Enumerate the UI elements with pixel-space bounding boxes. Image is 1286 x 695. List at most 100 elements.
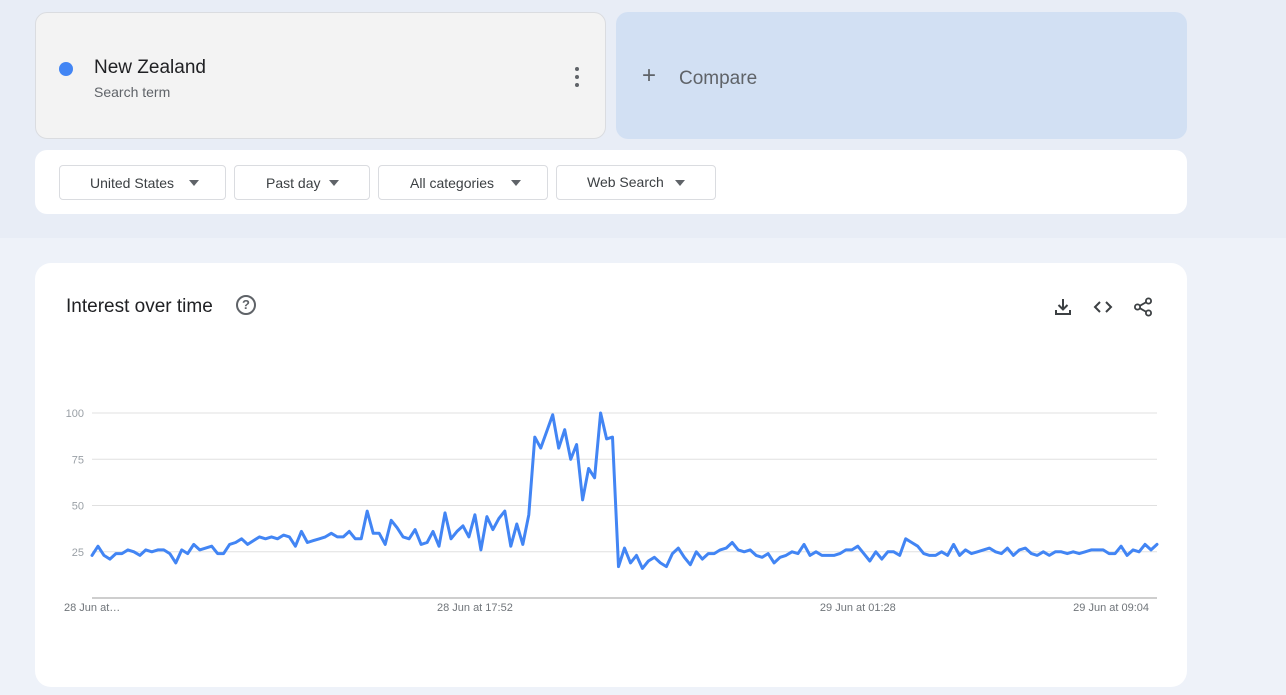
- data-point: [534, 436, 536, 438]
- data-point: [599, 412, 602, 414]
- data-point: [593, 477, 596, 479]
- data-point: [749, 549, 751, 551]
- chart-gridlines: [92, 412, 1157, 599]
- data-point: [318, 538, 321, 540]
- interest-over-time-card: Interest over time ? 25 50 75 100 28 Jun at…: [35, 263, 1187, 687]
- data-point: [1084, 551, 1086, 553]
- data-point: [839, 552, 841, 555]
- x-tick-label: 28 Jun at…: [64, 602, 120, 614]
- region-label: United States: [90, 175, 175, 191]
- search-term-name[interactable]: New Zealand: [94, 57, 206, 79]
- data-point: [797, 552, 799, 555]
- data-point: [115, 552, 117, 555]
- data-point: [970, 552, 973, 555]
- data-point: [474, 514, 476, 516]
- data-point: [1114, 552, 1116, 555]
- data-point: [809, 554, 811, 557]
- data-point: [109, 558, 111, 560]
- data-point: [258, 536, 261, 538]
- data-point: [504, 510, 506, 512]
- y-tick-label: 100: [66, 408, 84, 420]
- category-label: All categories: [410, 175, 495, 191]
- chart-series: [90, 411, 1159, 570]
- data-point: [803, 543, 805, 546]
- data-point: [713, 552, 715, 555]
- data-point: [1036, 554, 1039, 557]
- data-point: [791, 551, 793, 553]
- data-point: [306, 541, 309, 544]
- x-axis-ticks: 28 Jun at… 28 Jun at 17:52 29 Jun at 01:28…: [64, 602, 1149, 614]
- data-point: [276, 538, 279, 540]
- series-color-dot: [59, 62, 73, 76]
- data-point: [785, 554, 787, 557]
- time-range-dropdown[interactable]: Past day: [234, 165, 370, 200]
- data-point: [557, 447, 560, 449]
- data-point: [402, 536, 404, 538]
- data-point: [486, 515, 488, 518]
- data-point: [1018, 549, 1021, 551]
- data-point: [468, 536, 470, 538]
- data-point: [952, 543, 955, 546]
- data-point: [192, 543, 195, 546]
- data-point: [240, 538, 243, 540]
- data-point: [821, 554, 823, 557]
- data-point: [551, 414, 554, 416]
- data-point: [665, 565, 668, 568]
- data-point: [545, 430, 548, 433]
- data-point: [761, 556, 763, 559]
- data-point: [958, 554, 961, 557]
- chevron-down-icon: [329, 180, 339, 186]
- data-point: [875, 551, 877, 553]
- data-point: [1126, 554, 1128, 557]
- data-point: [127, 549, 129, 551]
- data-point: [462, 525, 464, 527]
- data-point: [420, 543, 422, 546]
- data-point: [390, 519, 393, 522]
- data-point: [330, 532, 333, 535]
- data-point: [641, 567, 644, 570]
- data-point: [456, 530, 458, 533]
- filter-bar: United States Past day All categories We…: [35, 150, 1187, 214]
- data-point: [922, 552, 925, 555]
- data-point: [904, 538, 907, 540]
- data-point: [372, 532, 375, 535]
- more-vert-icon[interactable]: [568, 65, 586, 89]
- data-point: [498, 517, 500, 520]
- data-point: [976, 551, 979, 553]
- data-point: [438, 545, 440, 547]
- category-dropdown[interactable]: All categories: [378, 165, 548, 200]
- data-point: [414, 528, 416, 531]
- data-point: [378, 532, 381, 535]
- data-point: [1090, 549, 1092, 551]
- data-point: [163, 549, 165, 551]
- data-point: [779, 556, 781, 559]
- data-point: [1072, 551, 1074, 553]
- data-point: [198, 549, 201, 551]
- region-dropdown[interactable]: United States: [59, 165, 226, 200]
- data-point: [234, 541, 237, 544]
- data-point: [773, 562, 775, 564]
- data-point: [934, 554, 937, 557]
- data-point: [1048, 554, 1051, 557]
- y-tick-label: 50: [72, 501, 84, 513]
- compare-button[interactable]: + Compare: [616, 12, 1187, 139]
- data-point: [516, 523, 518, 525]
- data-point: [1120, 545, 1122, 547]
- data-point: [528, 514, 530, 516]
- data-point: [964, 549, 967, 551]
- line-chart: 25 50 75 100 28 Jun at… 28 Jun at 17:52 29 Ju…: [64, 408, 1159, 614]
- y-tick-label: 25: [72, 547, 84, 559]
- data-point: [282, 534, 285, 536]
- data-point: [336, 536, 339, 538]
- data-point: [1144, 543, 1146, 546]
- data-point: [611, 436, 614, 438]
- data-point: [216, 552, 219, 555]
- x-tick-label: 29 Jun at 09:04: [1073, 602, 1149, 614]
- data-point: [1108, 552, 1110, 555]
- search-term-card[interactable]: New Zealand Search term: [35, 12, 606, 139]
- data-point: [294, 545, 297, 547]
- data-point: [312, 539, 315, 542]
- data-point: [157, 549, 159, 551]
- search-type-dropdown[interactable]: Web Search: [556, 165, 716, 200]
- data-point: [689, 563, 692, 566]
